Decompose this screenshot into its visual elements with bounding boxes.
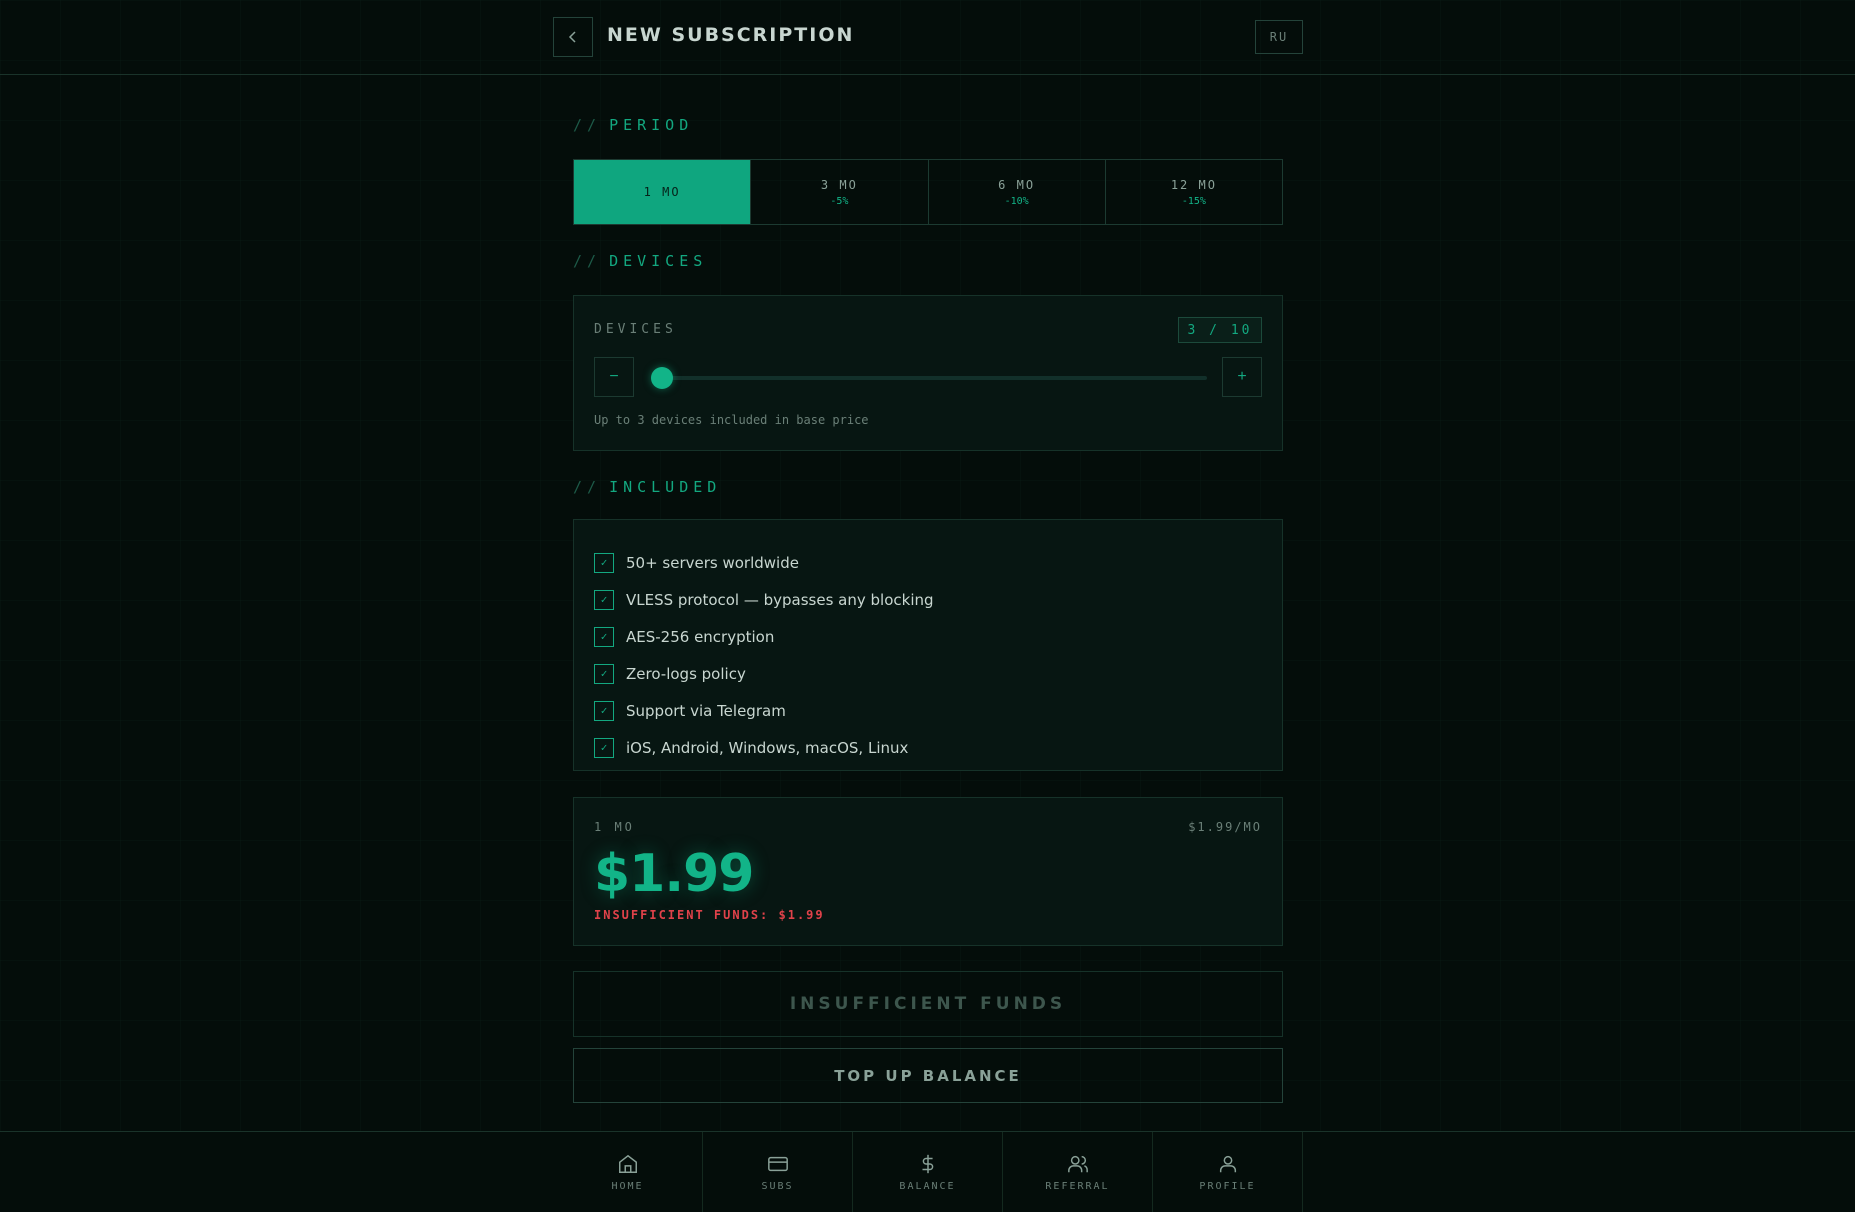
home-icon xyxy=(618,1154,637,1173)
users-icon xyxy=(1067,1155,1088,1173)
chevron-left-icon xyxy=(568,31,576,43)
decrease-devices-button[interactable]: − xyxy=(594,357,634,397)
top-header: NEW SUBSCRIPTION RU xyxy=(0,0,1855,75)
check-icon: ✓ xyxy=(594,589,614,610)
check-icon: ✓ xyxy=(594,700,614,721)
period-tab-3mo[interactable]: 3 MO -5% xyxy=(751,160,929,224)
dollar-icon xyxy=(922,1154,933,1174)
nav-item-profile[interactable]: PROFILE xyxy=(1153,1132,1303,1212)
discount-badge: -5% xyxy=(830,195,849,207)
devices-slider-thumb[interactable] xyxy=(651,367,673,389)
period-tab-1mo[interactable]: 1 MO xyxy=(574,160,752,224)
nav-item-balance[interactable]: BALANCE xyxy=(853,1132,1003,1212)
insufficient-funds-warning: INSUFFICIENT FUNDS: $1.99 xyxy=(594,908,825,922)
check-icon: ✓ xyxy=(594,737,614,758)
period-tab-12mo[interactable]: 12 MO -15% xyxy=(1106,160,1282,224)
feature-item: ✓ Support via Telegram xyxy=(594,692,1262,729)
feature-item: ✓ Zero-logs policy xyxy=(594,655,1262,692)
price-summary-panel: 1 MO $1.99/MO $1.99 INSUFFICIENT FUNDS: … xyxy=(573,797,1283,946)
nav-item-referral[interactable]: REFERRAL xyxy=(1003,1132,1153,1212)
price-period: 1 MO xyxy=(594,820,635,834)
devices-label: DEVICES xyxy=(594,322,677,337)
user-icon xyxy=(1219,1155,1236,1173)
discount-badge: -15% xyxy=(1181,195,1206,207)
page-title: NEW SUBSCRIPTION xyxy=(607,24,855,46)
devices-hint: Up to 3 devices included in base price xyxy=(594,413,869,427)
section-label-period: //PERIOD xyxy=(573,116,694,134)
feature-item: ✓ iOS, Android, Windows, macOS, Linux xyxy=(594,729,1262,766)
feature-item: ✓ 50+ servers worldwide xyxy=(594,544,1262,581)
nav-item-subs[interactable]: SUBS xyxy=(703,1132,853,1212)
period-selector: 1 MO 3 MO -5% 6 MO -10% 12 MO -15% xyxy=(573,159,1283,225)
nav-item-home[interactable]: HOME xyxy=(553,1132,703,1212)
feature-item: ✓ AES-256 encryption xyxy=(594,618,1262,655)
top-up-balance-button[interactable]: TOP UP BALANCE xyxy=(573,1048,1283,1103)
language-button[interactable]: RU xyxy=(1255,20,1303,54)
check-icon: ✓ xyxy=(594,626,614,647)
section-label-included: //INCLUDED xyxy=(573,478,722,496)
devices-panel: DEVICES 3 / 10 − + Up to 3 devices inclu… xyxy=(573,295,1283,451)
back-button[interactable] xyxy=(553,17,593,57)
card-icon xyxy=(767,1156,788,1172)
section-label-devices: //DEVICES xyxy=(573,252,708,270)
bottom-navigation: HOME SUBS BALANCE REFERRAL PROFILE xyxy=(0,1131,1855,1212)
price-rate: $1.99/MO xyxy=(1188,820,1262,834)
discount-badge: -10% xyxy=(1004,195,1029,207)
feature-item: ✓ VLESS protocol — bypasses any blocking xyxy=(594,581,1262,618)
features-panel: ✓ 50+ servers worldwide ✓ VLESS protocol… xyxy=(573,519,1283,771)
devices-count-badge: 3 / 10 xyxy=(1178,317,1262,343)
period-tab-6mo[interactable]: 6 MO -10% xyxy=(929,160,1106,224)
devices-slider-track[interactable] xyxy=(651,376,1207,380)
check-icon: ✓ xyxy=(594,552,614,573)
check-icon: ✓ xyxy=(594,663,614,684)
insufficient-funds-button[interactable]: INSUFFICIENT FUNDS xyxy=(573,971,1283,1037)
increase-devices-button[interactable]: + xyxy=(1222,357,1262,397)
price-total: $1.99 xyxy=(594,844,754,904)
